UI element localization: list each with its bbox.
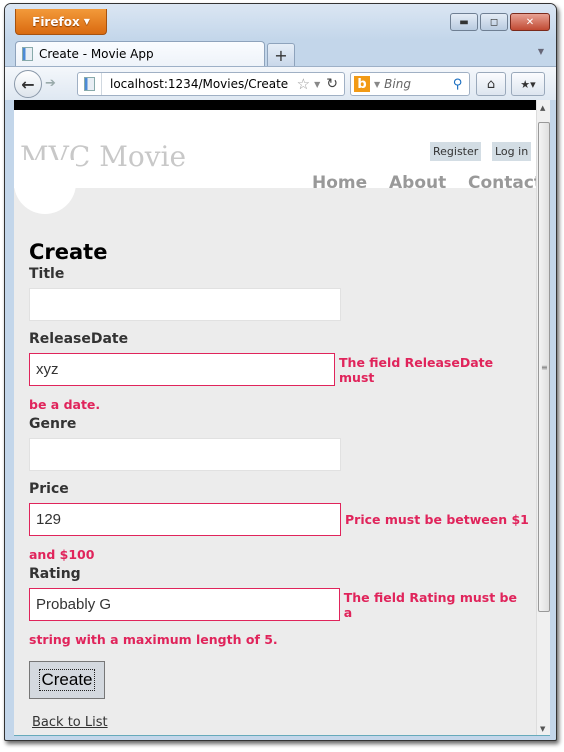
search-icon[interactable]: ⚲ [453, 77, 463, 92]
divider [101, 73, 102, 95]
list-all-tabs-icon[interactable]: ▼ [538, 47, 544, 56]
releasedate-error-cont: be a date. [29, 397, 101, 412]
home-icon: ⌂ [486, 76, 496, 92]
home-button[interactable]: ⌂ [476, 72, 506, 96]
nav-contact[interactable]: Contact [468, 173, 542, 193]
site-identity-icon[interactable] [84, 77, 95, 91]
create-button[interactable]: Create [29, 661, 105, 699]
forward-arrow-icon: ➔ [45, 76, 56, 91]
header-decoration [14, 160, 76, 214]
forward-button[interactable]: ➔ [45, 76, 56, 91]
navigation-toolbar: ← ➔ localhost:1234/Movies/Create ☆ ▼ ↻ b… [5, 66, 556, 100]
tab-title: Create - Movie App [39, 47, 154, 61]
title-label: Title [29, 266, 65, 282]
login-link[interactable]: Log in [492, 142, 532, 161]
genre-input[interactable] [29, 438, 341, 471]
history-dropdown-icon[interactable]: ▼ [314, 80, 320, 89]
rating-error: The field Rating must be a [343, 589, 517, 620]
firefox-menu-button[interactable]: Firefox ▼ [15, 9, 107, 35]
title-bar: Firefox ▼ ▬ ◻ ✕ [5, 4, 556, 40]
search-bar[interactable]: b ▼ Bing ⚲ [350, 72, 470, 96]
rating-label: Rating [29, 566, 81, 582]
chevron-down-icon: ▼ [83, 17, 90, 26]
releasedate-input[interactable]: xyz [29, 353, 336, 386]
page-viewport: MVC Movie Register Log in Home About Con… [14, 100, 550, 736]
address-bar[interactable]: localhost:1234/Movies/Create ☆ ▼ ↻ [77, 72, 345, 96]
price-label: Price [29, 481, 69, 497]
search-input[interactable]: Bing [384, 77, 453, 91]
price-input[interactable]: 129 [29, 503, 341, 536]
scroll-up-icon[interactable]: ▲ [540, 104, 545, 112]
search-engine-dropdown-icon[interactable]: ▼ [374, 80, 380, 89]
page-title: Create [29, 240, 108, 264]
price-error: Price must be between $1 [345, 512, 529, 527]
scroll-down-icon[interactable]: ▼ [540, 725, 545, 733]
bookmark-star-icon[interactable]: ☆ [297, 75, 310, 93]
vertical-scrollbar[interactable]: ▲ ≡ ▼ [536, 100, 550, 735]
create-button-label: Create [39, 669, 95, 691]
back-arrow-icon: ← [21, 74, 35, 94]
tab-strip: Create - Movie App + ▼ [5, 39, 556, 66]
nav-about[interactable]: About [389, 173, 446, 193]
reload-icon[interactable]: ↻ [326, 76, 338, 92]
nav-home[interactable]: Home [312, 173, 367, 193]
create-form: Create Title ReleaseDate xyz The field R… [29, 240, 529, 730]
rating-error-cont: string with a maximum length of 5. [29, 632, 278, 647]
bing-logo-icon[interactable]: b [354, 76, 370, 92]
price-error-cont: and $100 [29, 547, 95, 562]
scrollbar-thumb[interactable]: ≡ [538, 122, 550, 612]
tab-create-movie-app[interactable]: Create - Movie App [15, 41, 265, 66]
bookmarks-button[interactable]: ★▾ [511, 72, 545, 96]
bookmarks-icon: ★▾ [520, 77, 536, 91]
page-icon [22, 47, 33, 61]
site-header: MVC Movie Register Log in Home About Con… [14, 110, 542, 193]
new-tab-button[interactable]: + [267, 43, 295, 66]
browser-window: Firefox ▼ ▬ ◻ ✕ Create - Movie App + ▼ ←… [4, 3, 557, 741]
close-button[interactable]: ✕ [510, 13, 550, 31]
genre-label: Genre [29, 416, 77, 432]
releasedate-label: ReleaseDate [29, 331, 129, 347]
url-input[interactable]: localhost:1234/Movies/Create [110, 77, 297, 91]
minimize-button[interactable]: ▬ [450, 13, 478, 31]
back-button[interactable]: ← [14, 70, 42, 98]
firefox-menu-label: Firefox [32, 14, 80, 29]
back-to-list-link[interactable]: Back to List [32, 715, 108, 730]
register-link[interactable]: Register [430, 142, 482, 161]
releasedate-error: The field ReleaseDate must [339, 354, 494, 385]
top-bar [14, 100, 536, 110]
rating-input[interactable]: Probably G [29, 588, 340, 621]
title-input[interactable] [29, 288, 341, 321]
maximize-button[interactable]: ◻ [480, 13, 508, 31]
grip-icon: ≡ [541, 363, 548, 372]
